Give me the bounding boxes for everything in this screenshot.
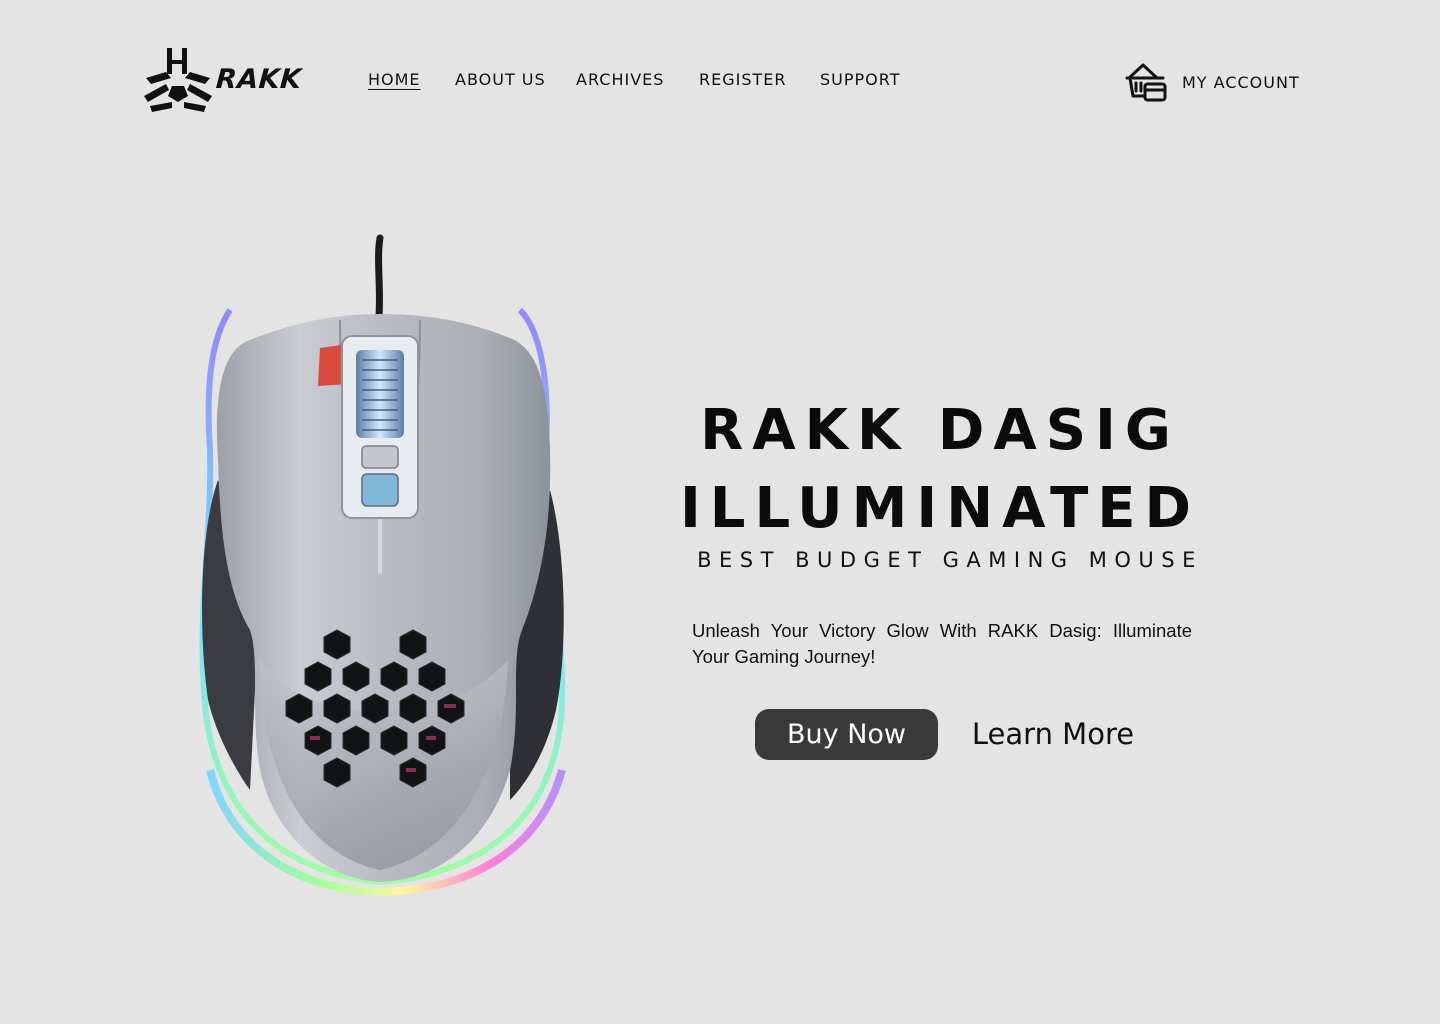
hero-subtitle: BEST BUDGET GAMING MOUSE <box>697 548 1203 572</box>
nav-item-about-us[interactable]: ABOUT US <box>455 70 546 89</box>
my-account-label: MY ACCOUNT <box>1182 72 1300 92</box>
buy-now-button[interactable]: Buy Now <box>755 709 938 760</box>
my-account-link[interactable]: MY ACCOUNT <box>1124 60 1300 104</box>
nav-item-support[interactable]: SUPPORT <box>820 70 900 89</box>
shopping-basket-icon <box>1125 63 1167 102</box>
nav-item-home[interactable]: HOME <box>368 70 421 89</box>
hero-title: RAKK DASIG ILLUMINATED <box>640 392 1240 548</box>
hero-description: Unleash Your Victory Glow With RAKK Dasi… <box>692 620 1192 667</box>
brand-logo[interactable]: RAKK <box>142 46 303 112</box>
hero-title-line-1: RAKK DASIG <box>700 398 1180 463</box>
nav-item-archives[interactable]: ARCHIVES <box>576 70 664 89</box>
learn-more-button[interactable]: Learn More <box>958 709 1148 760</box>
hero-title-line-2: ILLUMINATED <box>679 476 1201 541</box>
brand-name: RAKK <box>214 63 303 95</box>
nav-item-register[interactable]: REGISTER <box>699 70 787 89</box>
gaming-mouse-image <box>199 234 566 897</box>
rakk-logo-icon <box>144 48 212 112</box>
